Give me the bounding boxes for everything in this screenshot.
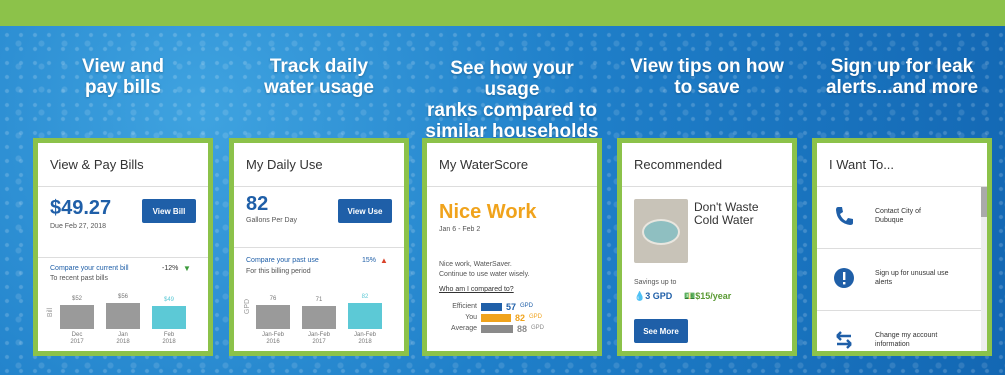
bill-compare-sub: To recent past bills	[50, 275, 108, 282]
contact-city-item[interactable]: Contact City of Dubuque	[817, 187, 987, 249]
score-headline: Nice Work	[439, 201, 537, 223]
heading-col-5: Sign up for leak alerts...and more	[812, 56, 992, 136]
bar-value-label: 71	[315, 297, 323, 303]
unusual-use-alerts-item[interactable]: Sign up for unusual use alerts	[817, 249, 987, 311]
score-bar	[481, 303, 502, 311]
score-row-unit: GPD	[529, 314, 543, 320]
down-arrow-icon: ▼	[183, 264, 191, 273]
savings-gpd: 💧3 GPD	[634, 291, 672, 302]
bar-tick-label: Jan 2018	[116, 332, 130, 345]
card-title: View & Pay Bills	[38, 143, 208, 187]
i-want-to-card: I Want To... Contact City of Dubuque Sig…	[812, 138, 992, 356]
savings-money-value: $15/year	[695, 291, 732, 301]
daily-change: 15%	[362, 257, 377, 264]
bar-tick-label: Dec 2017	[70, 332, 84, 345]
view-use-button[interactable]: View Use	[338, 199, 392, 223]
bar-value-label: $52	[71, 296, 82, 302]
score-row-label: You	[465, 314, 477, 321]
heading-score: See how your usage ranks compared to sim…	[425, 58, 599, 142]
score-row-unit: GPD	[520, 303, 534, 309]
view-bill-button[interactable]: View Bill	[142, 199, 196, 223]
bill-due-date: Due Feb 27, 2018	[50, 223, 107, 230]
score-row-value: 82	[515, 313, 526, 323]
bills-card: View & Pay Bills $49.27 Due Feb 27, 2018…	[33, 138, 213, 356]
daily-unit: Gallons Per Day	[246, 217, 297, 224]
savings-money: 💵$15/year	[684, 291, 731, 302]
top-banner	[0, 0, 1005, 26]
score-row-value: 88	[517, 324, 528, 334]
chart-bar	[302, 306, 336, 329]
score-row-label: Efficient	[452, 303, 477, 310]
compare-bill-link[interactable]: Compare your current bill	[50, 265, 129, 272]
axis-label: Bill	[47, 307, 55, 318]
bar-value-label: 76	[269, 296, 277, 302]
bar-value-label: 82	[361, 294, 369, 300]
divider	[38, 257, 208, 258]
up-arrow-icon: ▲	[380, 256, 388, 265]
bill-change: -12%	[162, 265, 179, 272]
daily-gpd-value: 82	[246, 193, 269, 215]
chart-bar	[256, 305, 290, 329]
card-title: My Daily Use	[234, 143, 404, 187]
daily-use-card: My Daily Use 82 Gallons Per Day View Use…	[229, 138, 409, 356]
item-label: Change my account information	[875, 332, 938, 348]
savings-label: Savings up to	[634, 279, 677, 286]
heading-col-1: View and pay bills	[33, 56, 213, 136]
change-account-item[interactable]: Change my account information	[817, 311, 987, 373]
sink-image	[634, 199, 688, 263]
item-label: Contact City of Dubuque	[875, 208, 921, 224]
heading-col-4: View tips on how to save	[617, 56, 797, 136]
chart-bar	[348, 303, 382, 329]
money-icon: 💵	[684, 291, 696, 301]
water-drop-icon: 💧	[634, 291, 646, 301]
bar-value-label: $49	[163, 297, 174, 303]
heading-bills: View and pay bills	[81, 56, 164, 98]
bar-tick-label: Jan-Feb 2016	[261, 332, 284, 345]
card-title: Recommended	[622, 143, 792, 187]
heading-col-2: Track daily water usage	[229, 56, 409, 136]
score-row-label: Average	[451, 325, 477, 332]
swap-arrows-icon	[833, 329, 855, 351]
phone-icon	[833, 205, 855, 227]
recommended-card: Recommended Don't Waste Cold Water Savin…	[617, 138, 797, 356]
score-row-unit: GPD	[531, 325, 545, 331]
waterscore-card: My WaterScore Nice Work Jan 6 - Feb 2 Ni…	[422, 138, 602, 356]
bar-tick-label: Feb 2018	[162, 332, 176, 345]
chart-bar	[106, 303, 140, 329]
card-title: My WaterScore	[427, 143, 597, 187]
tip-title[interactable]: Don't Waste Cold Water	[694, 201, 759, 227]
scrollbar-thumb[interactable]	[981, 187, 987, 217]
chart-bar	[60, 305, 94, 329]
bar-value-label: $56	[117, 294, 128, 300]
item-label: Sign up for unusual use alerts	[875, 270, 949, 286]
score-message: Nice work, WaterSaver. Continue to use w…	[439, 261, 530, 278]
score-bar	[481, 325, 513, 333]
divider	[234, 247, 404, 248]
score-row-value: 57	[506, 302, 517, 312]
heading-col-3: See how your usage ranks compared to sim…	[422, 58, 602, 142]
bar-tick-label: Jan-Feb 2017	[307, 332, 330, 345]
daily-compare-sub: For this billing period	[246, 268, 311, 275]
bar-tick-label: Jan-Feb 2018	[353, 332, 376, 345]
score-dates: Jan 6 - Feb 2	[439, 226, 481, 233]
card-title: I Want To...	[817, 143, 987, 187]
chart-bar	[152, 306, 186, 329]
compare-use-link[interactable]: Compare your past use	[246, 257, 319, 264]
heading-daily: Track daily water usage	[264, 56, 374, 98]
axis-label: GPD	[244, 298, 252, 315]
bill-amount: $49.27	[50, 197, 112, 219]
heading-tips: View tips on how to save	[630, 56, 784, 98]
savings-gpd-value: 3 GPD	[645, 291, 673, 301]
score-bar	[481, 314, 511, 322]
heading-alerts: Sign up for leak alerts...and more	[825, 56, 979, 98]
see-more-button[interactable]: See More	[634, 319, 688, 343]
alert-icon	[833, 267, 855, 289]
comparison-link[interactable]: Who am I compared to?	[439, 286, 514, 293]
